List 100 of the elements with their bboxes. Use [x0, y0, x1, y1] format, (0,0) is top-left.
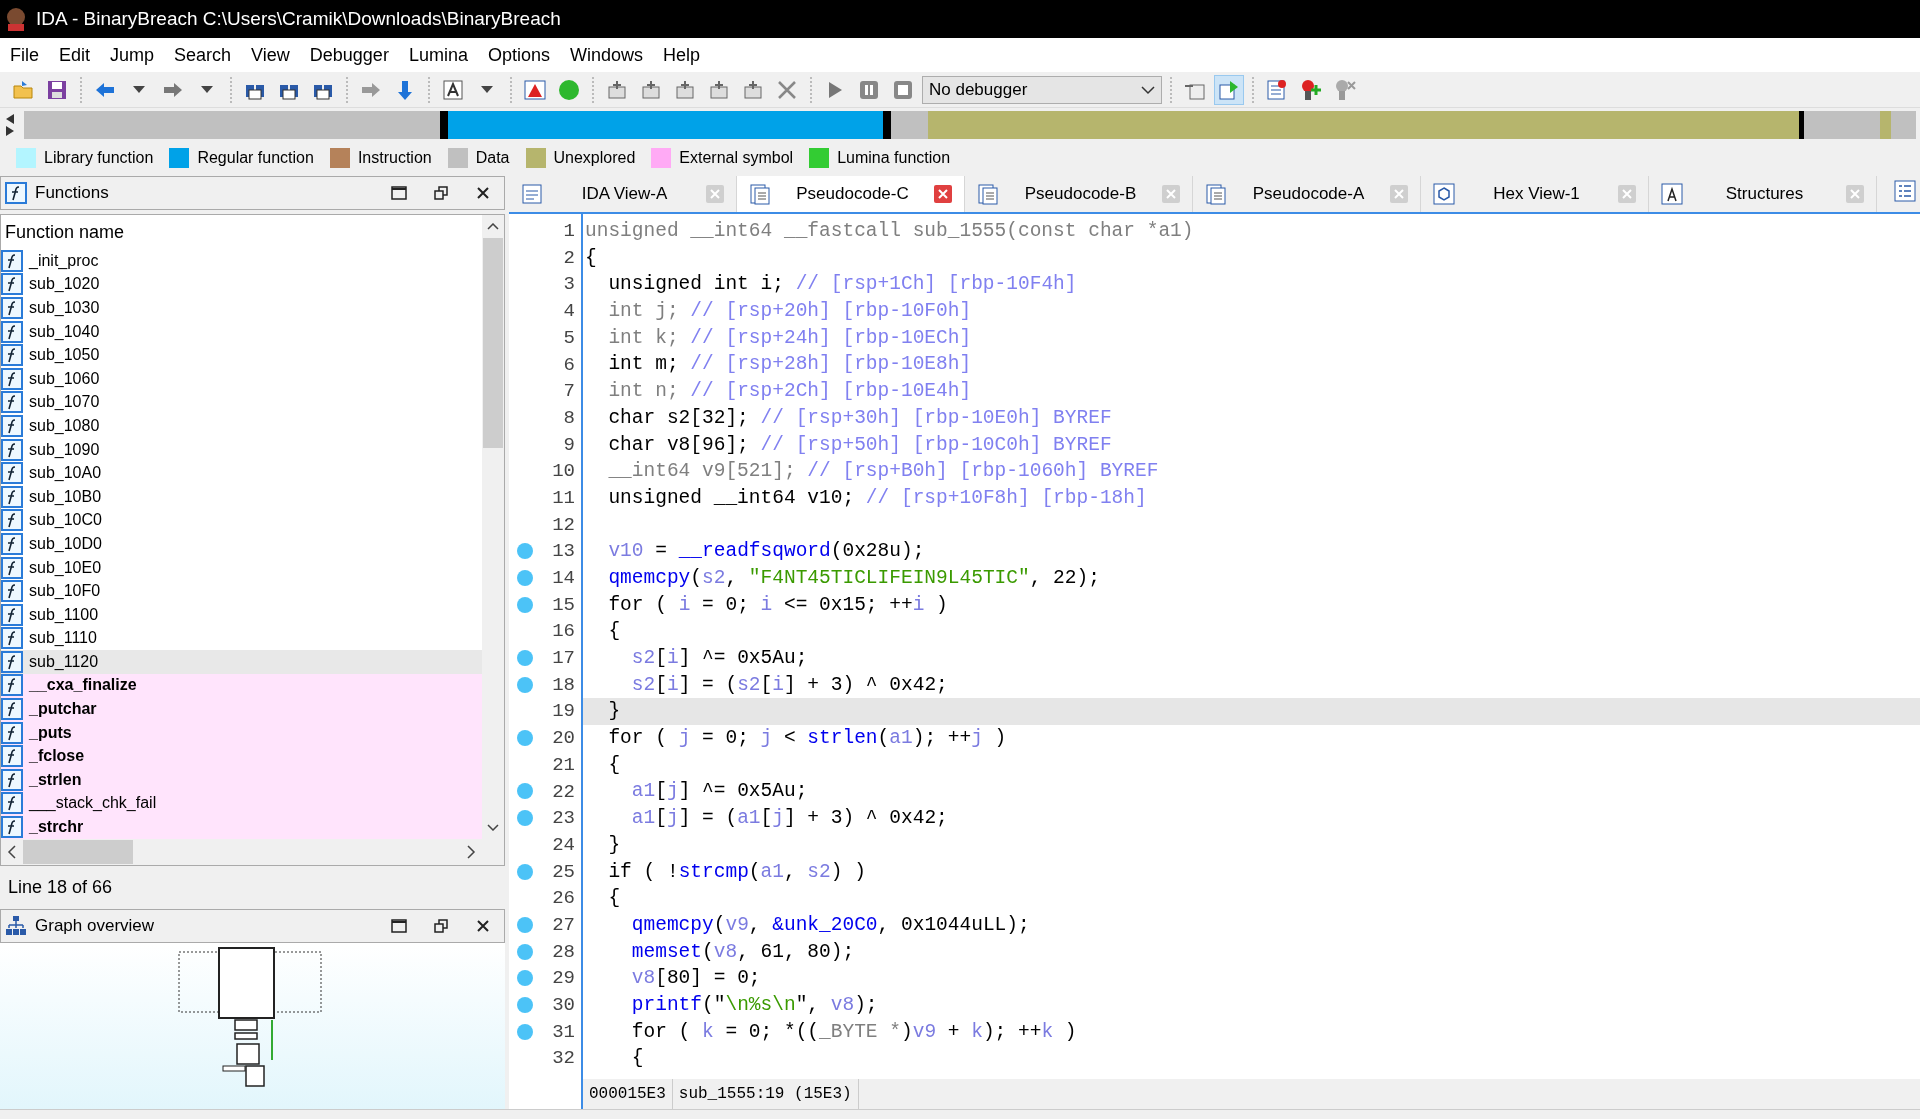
function-icon: [1, 273, 23, 296]
function-list-item[interactable]: sub_1110: [1, 626, 482, 651]
function-list-item[interactable]: sub_10B0: [1, 484, 482, 509]
function-icon: [1, 532, 23, 555]
close-icon[interactable]: [934, 185, 952, 203]
code-line: v8[80] = 0;: [630, 966, 762, 992]
function-icon: [1, 556, 23, 579]
line-number: 10: [552, 459, 575, 485]
function-list-item[interactable]: sub_1030: [1, 296, 482, 320]
breakpoint-dot[interactable]: [517, 596, 533, 613]
function-list-item[interactable]: sub_1070: [1, 390, 482, 415]
scrollbar-thumb[interactable]: [483, 238, 503, 448]
function-list-item[interactable]: sub_10C0: [1, 508, 482, 533]
caret-down-icon: [133, 86, 145, 93]
line-number: 3: [563, 272, 575, 298]
function-list-item[interactable]: _puts: [1, 720, 482, 745]
breakpoint-dot[interactable]: [517, 650, 533, 666]
breakpoint-dot[interactable]: [517, 543, 533, 560]
function-list-item[interactable]: sub_1100: [1, 602, 482, 627]
function-list-item[interactable]: _strlen: [1, 768, 482, 792]
text-a-icon: [442, 78, 464, 101]
horizontal-scrollbar[interactable]: [1, 838, 504, 865]
function-list-item[interactable]: sub_10D0: [1, 532, 482, 556]
function-list-item[interactable]: sub_1080: [1, 414, 482, 438]
breakpoint-dot[interactable]: [517, 970, 533, 987]
function-icon: [1, 627, 23, 650]
function-icon: [1, 297, 23, 319]
code-play-button[interactable]: [1214, 74, 1244, 105]
line-number: 12: [552, 512, 575, 538]
line-number: 19: [552, 699, 575, 725]
menu-item[interactable]: Help: [653, 38, 711, 72]
function-list-item[interactable]: sub_1060: [1, 366, 482, 391]
column-header[interactable]: Function name: [1, 215, 482, 249]
breakpoint-dot[interactable]: [517, 996, 533, 1013]
caret-down-icon: [201, 86, 213, 93]
scrollbar-thumb[interactable]: [23, 839, 133, 864]
function-icon: [1, 745, 23, 768]
close-icon: [776, 78, 798, 101]
close-icon: [476, 186, 490, 200]
function-icon: [1, 438, 23, 461]
line-number: 11: [552, 485, 575, 511]
breakpoint-dot[interactable]: [517, 676, 533, 693]
scroll-arrows-icon[interactable]: [4, 112, 16, 138]
function-list-item[interactable]: sub_10A0: [1, 461, 482, 485]
code-line: unsigned __int64 v10; // [rsp+10F8h] [rbp-18h]: [607, 485, 1148, 511]
function-list-item[interactable]: sub_10E0: [1, 555, 482, 580]
function-list-item[interactable]: sub_1040: [1, 319, 482, 344]
menu-item[interactable]: Lumina: [398, 38, 478, 72]
code-line: if ( !strcmp(a1, s2) ): [607, 859, 867, 885]
line-number: 21: [552, 752, 575, 778]
vertical-scrollbar[interactable]: [482, 215, 504, 839]
function-list-item[interactable]: sub_1120: [1, 650, 482, 674]
function-list-item[interactable]: sub_10F0: [1, 579, 482, 603]
code-line: char v8[96]; // [rsp+50h] [rbp-10C0h] BYREF: [607, 432, 1113, 458]
menu-item[interactable]: View: [241, 38, 300, 72]
function-list-item[interactable]: __cxa_finalize: [1, 673, 482, 698]
function-icon: [1, 344, 23, 367]
warning-window-icon: [524, 78, 546, 101]
menu-item[interactable]: Windows: [559, 38, 653, 72]
stop-icon: [892, 78, 914, 101]
document-icon: [1205, 183, 1227, 205]
letter-a-icon: [1661, 183, 1683, 205]
breakpoint-dot[interactable]: [517, 916, 533, 933]
breakpoint-dot[interactable]: [517, 569, 533, 586]
function-list-item[interactable]: _fclose: [1, 744, 482, 769]
function-list-item[interactable]: _init_proc: [1, 249, 482, 273]
legend-label: Regular function: [197, 148, 314, 168]
function-list-item[interactable]: sub_1090: [1, 437, 482, 462]
breakpoint-dot[interactable]: [517, 783, 533, 800]
breakpoint-dot[interactable]: [517, 943, 533, 960]
code-line: {: [584, 245, 598, 271]
function-list-item[interactable]: sub_1050: [1, 343, 482, 367]
function-icon: [1, 509, 23, 532]
function-list-item[interactable]: sub_1020: [1, 272, 482, 297]
menu-item[interactable]: Debugger: [299, 38, 399, 72]
function-list-item[interactable]: _putchar: [1, 697, 482, 721]
plus-icon: [606, 78, 628, 101]
line-number: 14: [552, 566, 575, 592]
plus-icon: [708, 78, 730, 101]
breakpoint-dot[interactable]: [517, 810, 533, 827]
menu-item[interactable]: Options: [477, 38, 560, 72]
maximize-icon: [391, 186, 407, 200]
function-icon: [1, 768, 23, 791]
function-list-item[interactable]: ___stack_chk_fail: [1, 791, 482, 816]
debugger-dropdown[interactable]: No debugger: [922, 75, 1162, 104]
function-icon: [1, 249, 23, 272]
menu-item[interactable]: Jump: [100, 38, 165, 72]
breakpoint-dot[interactable]: [517, 730, 533, 747]
menu-item[interactable]: Search: [164, 38, 242, 72]
tab[interactable]: Pseudocode-C: [737, 176, 965, 212]
function-icon: [1, 650, 23, 673]
breakpoint-dot[interactable]: [517, 863, 533, 880]
menu-item[interactable]: File: [0, 38, 49, 72]
line-number: 5: [563, 325, 575, 351]
code-line: a1[j] ^= 0x5Au;: [630, 779, 809, 805]
close-icon: [476, 918, 490, 933]
menu-item[interactable]: Edit: [49, 38, 101, 72]
function-list-item[interactable]: _strchr: [1, 815, 482, 839]
breakpoint-dot[interactable]: [517, 1023, 533, 1040]
list-icon: [1894, 180, 1916, 202]
